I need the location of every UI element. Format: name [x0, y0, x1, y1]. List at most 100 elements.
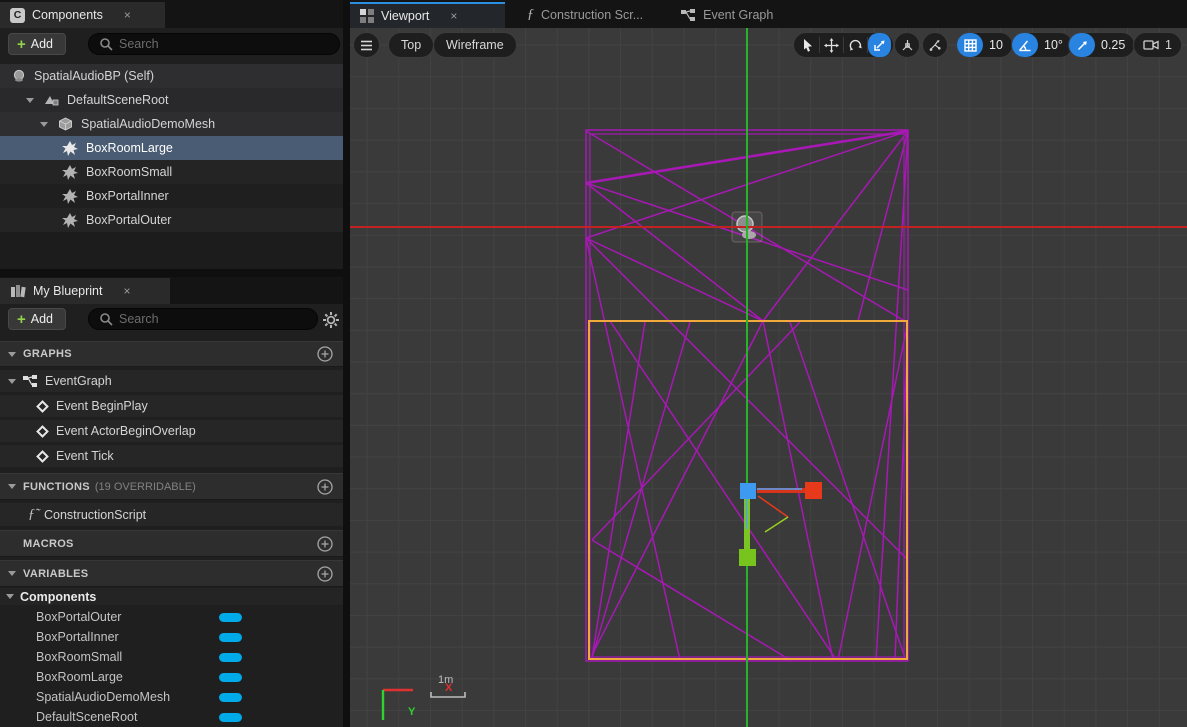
tree-label: SpatialAudioBP (Self) — [34, 69, 154, 83]
scale-snap-value[interactable]: 0.25 — [1095, 38, 1134, 52]
myblueprint-search-input[interactable] — [119, 312, 307, 326]
variable-type-pill[interactable] — [219, 633, 242, 642]
variable-row[interactable]: DefaultSceneRoot — [0, 707, 343, 727]
viewport-options-button[interactable] — [353, 32, 380, 58]
components-search[interactable] — [88, 33, 340, 55]
move-icon — [824, 38, 839, 53]
tree-row-spatialaudiodemomesh[interactable]: SpatialAudioDemoMesh — [0, 112, 343, 136]
tree-label: BoxRoomSmall — [86, 165, 172, 179]
panel-splitter[interactable] — [0, 269, 343, 277]
hamburger-menu-icon — [360, 40, 373, 51]
myblueprint-search[interactable] — [88, 308, 318, 330]
expand-arrow-icon[interactable] — [40, 122, 48, 127]
collapse-arrow-icon[interactable] — [8, 571, 16, 576]
add-blueprint-item-button[interactable]: + Add — [8, 308, 66, 330]
camera-speed-group[interactable]: 1 — [1133, 32, 1182, 58]
tree-row-boxroomsmall[interactable]: BoxRoomSmall — [0, 160, 343, 184]
viewport-scene — [350, 28, 1187, 727]
gear-icon[interactable] — [322, 311, 340, 329]
tab-my-blueprint[interactable]: My Blueprint × — [0, 278, 170, 304]
camera-icon — [1143, 39, 1159, 51]
add-function-icon[interactable] — [317, 479, 333, 495]
variable-label: BoxRoomSmall — [36, 650, 122, 664]
tree-row-spatialaudiobp[interactable]: SpatialAudioBP (Self) — [0, 64, 343, 88]
scale-bar-label: 1m — [438, 674, 466, 686]
render-mode-button[interactable]: Wireframe — [433, 32, 517, 58]
tab-event-graph[interactable]: Event Graph — [671, 2, 783, 28]
close-icon[interactable]: × — [450, 9, 457, 23]
variable-type-pill[interactable] — [219, 653, 242, 662]
tree-label: BoxPortalInner — [86, 189, 169, 203]
tree-row-boxportalinner[interactable]: BoxPortalInner — [0, 184, 343, 208]
graphs-section-header[interactable]: GRAPHS — [0, 341, 343, 367]
dock-splitter[interactable] — [343, 0, 350, 727]
scale-snap-toggle[interactable] — [1069, 33, 1095, 57]
event-tick-row[interactable]: Event Tick — [0, 445, 343, 467]
event-beginplay-row[interactable]: Event BeginPlay — [0, 395, 343, 417]
expand-arrow-icon[interactable] — [26, 98, 34, 103]
constructionscript-row[interactable]: ƒ̃ ConstructionScript — [0, 503, 343, 526]
variable-type-pill[interactable] — [219, 693, 242, 702]
variable-type-pill[interactable] — [219, 613, 242, 622]
variable-label: BoxPortalInner — [36, 630, 119, 644]
event-actorbeginoverlap-row[interactable]: Event ActorBeginOverlap — [0, 420, 343, 442]
search-icon — [99, 312, 113, 326]
add-graph-icon[interactable] — [317, 346, 333, 362]
collapse-arrow-icon[interactable] — [6, 594, 14, 599]
event-diamond-icon — [36, 425, 49, 438]
tree-row-boxroomlarge[interactable]: BoxRoomLarge — [0, 136, 343, 160]
add-variable-icon[interactable] — [317, 566, 333, 582]
functions-section-header[interactable]: FUNCTIONS (19 OVERRIDABLE) — [0, 473, 343, 500]
variables-category-components[interactable]: Components — [0, 588, 343, 605]
rotate-tool-button[interactable] — [844, 33, 867, 57]
components-search-input[interactable] — [119, 37, 329, 51]
variable-row[interactable]: BoxPortalInner — [0, 627, 343, 647]
variable-type-pill[interactable] — [219, 713, 242, 722]
move-tool-button[interactable] — [820, 33, 843, 57]
macros-section-header[interactable]: MACROS — [0, 530, 343, 557]
tree-row-boxportalouter[interactable]: BoxPortalOuter — [0, 208, 343, 232]
collapse-arrow-icon[interactable] — [8, 484, 16, 489]
variable-row[interactable]: BoxRoomLarge — [0, 667, 343, 687]
view-mode-button[interactable]: Top — [388, 32, 434, 58]
surface-snapping-button[interactable] — [922, 32, 948, 58]
variable-row[interactable]: BoxRoomSmall — [0, 647, 343, 667]
add-macro-icon[interactable] — [317, 536, 333, 552]
tab-viewport[interactable]: Viewport × — [350, 2, 505, 28]
collapse-arrow-icon[interactable] — [8, 352, 16, 357]
grid-snap-value[interactable]: 10 — [983, 38, 1012, 52]
left-dock: C Components × + Add SpatialAudioBP (Sel… — [0, 0, 343, 727]
category-label: Components — [20, 590, 96, 604]
select-tool-button[interactable] — [796, 33, 819, 57]
grid-snap-toggle[interactable] — [957, 33, 983, 57]
tab-construction-script[interactable]: ƒ Construction Scr... — [517, 2, 653, 28]
event-label: Event ActorBeginOverlap — [56, 424, 196, 438]
coordinate-space-button[interactable] — [894, 32, 920, 58]
variable-row[interactable]: BoxPortalOuter — [0, 607, 343, 627]
gizmo-x-handle — [805, 482, 822, 499]
scale-tool-button[interactable] — [868, 33, 891, 57]
close-icon[interactable]: × — [123, 284, 130, 298]
rotate-icon — [848, 38, 863, 53]
rotation-snap-toggle[interactable] — [1012, 33, 1038, 57]
rotation-snap-value[interactable]: 10° — [1038, 38, 1072, 52]
tab-components-label: Components — [32, 8, 103, 22]
rotation-snap-group: 10° — [1011, 32, 1073, 58]
event-graph-icon — [23, 375, 38, 388]
close-icon[interactable]: × — [124, 8, 131, 22]
tab-components[interactable]: C Components × — [0, 2, 165, 28]
world-local-axis-icon — [900, 38, 915, 53]
tree-row-defaultsceneroot[interactable]: DefaultSceneRoot — [0, 88, 343, 112]
viewport-canvas[interactable]: Top Wireframe 10 10° — [350, 28, 1187, 727]
variables-section-header[interactable]: VARIABLES — [0, 560, 343, 587]
tree-label: BoxRoomLarge — [86, 141, 173, 155]
components-icon: C — [10, 8, 25, 23]
variable-type-pill[interactable] — [219, 673, 242, 682]
add-component-button[interactable]: + Add — [8, 33, 66, 55]
variable-row[interactable]: SpatialAudioDemoMesh — [0, 687, 343, 707]
expand-arrow-icon[interactable] — [8, 379, 16, 384]
variable-label: BoxPortalOuter — [36, 610, 121, 624]
myblueprint-toolbar: + Add — [0, 304, 343, 340]
event-label: Event Tick — [56, 449, 114, 463]
eventgraph-row[interactable]: EventGraph — [0, 370, 343, 392]
